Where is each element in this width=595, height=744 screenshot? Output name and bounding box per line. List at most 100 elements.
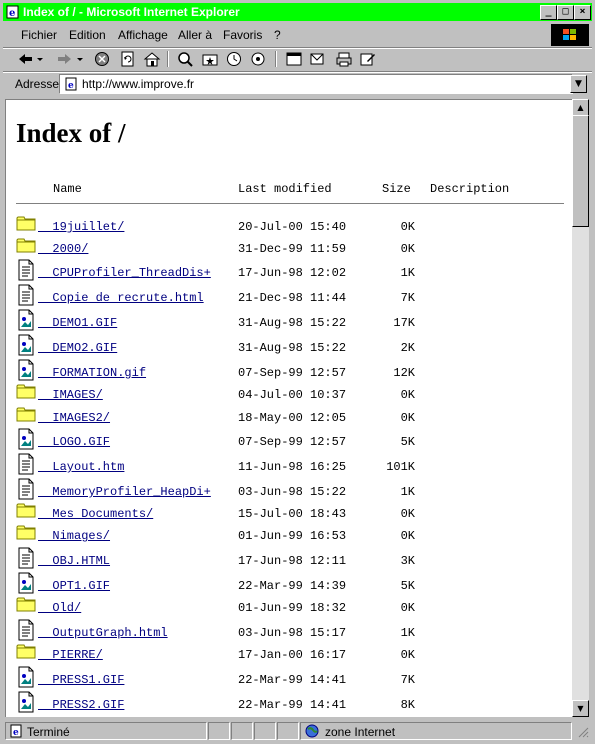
history-icon[interactable]: [225, 51, 243, 67]
image-file-icon[interactable]: [16, 666, 36, 688]
file-link[interactable]: DEMO1.GIF: [38, 316, 117, 330]
folder-icon[interactable]: [16, 235, 36, 257]
minimize-button[interactable]: _: [540, 5, 557, 20]
folder-icon[interactable]: [16, 213, 36, 235]
file-link[interactable]: IMAGES/: [38, 388, 102, 402]
refresh-icon[interactable]: [119, 51, 137, 67]
column-name-header[interactable]: Name: [53, 182, 82, 196]
scroll-down-button[interactable]: ▼: [572, 700, 589, 717]
file-link[interactable]: OPT1.GIF: [38, 579, 110, 593]
favorites-icon[interactable]: [201, 51, 219, 67]
channels-icon[interactable]: [249, 51, 267, 67]
file-link[interactable]: DEMO2.GIF: [38, 341, 117, 355]
close-button[interactable]: ×: [574, 5, 591, 20]
file-row: PRESS2.GIF 22-Mar-99 14:41 8K: [6, 691, 573, 713]
file-size: 1K: [400, 266, 415, 280]
column-size-header[interactable]: Size: [382, 182, 411, 196]
status-panel: [254, 722, 276, 740]
file-modified: 18-May-00 12:05: [238, 411, 347, 425]
status-zone-text: zone Internet: [325, 725, 396, 739]
file-link[interactable]: Nimages/: [38, 529, 110, 543]
text-file-icon[interactable]: [16, 259, 36, 281]
file-modified: 17-Jan-00 16:17: [238, 648, 347, 662]
file-size: 0K: [400, 388, 415, 402]
file-link[interactable]: LOGO.GIF: [38, 435, 110, 449]
title-bar[interactable]: e Index of / - Microsoft Internet Explor…: [3, 3, 592, 21]
resize-grip-icon[interactable]: [577, 726, 589, 738]
file-link[interactable]: FORMATION.gif: [38, 366, 146, 380]
mail-icon[interactable]: [309, 51, 327, 67]
header-rule: [16, 203, 564, 204]
browser-window: e Index of / - Microsoft Internet Explor…: [0, 0, 595, 744]
menu-affichage[interactable]: Affichage: [118, 28, 168, 42]
maximize-button[interactable]: □: [557, 5, 574, 20]
file-link[interactable]: 2000/: [38, 242, 88, 256]
file-row: CPUProfiler_ThreadDis+ 17-Jun-98 12:02 1K: [6, 259, 573, 281]
globe-icon: [305, 724, 319, 738]
text-file-icon[interactable]: [16, 619, 36, 641]
column-modified-header[interactable]: Last modified: [238, 182, 332, 196]
image-file-icon[interactable]: [16, 334, 36, 356]
file-link[interactable]: Copie de recrute.html: [38, 291, 203, 305]
file-row: LOGO.GIF 07-Sep-99 12:57 5K: [6, 428, 573, 450]
folder-icon[interactable]: [16, 641, 36, 663]
menu-aller-a[interactable]: Aller à: [178, 28, 212, 42]
file-link[interactable]: OBJ.HTML: [38, 554, 110, 568]
file-link[interactable]: Old/: [38, 601, 81, 615]
scroll-up-button[interactable]: ▲: [572, 99, 589, 116]
file-row: 2000/31-Dec-99 11:59 0K: [6, 235, 573, 257]
text-file-icon[interactable]: [16, 478, 36, 500]
menu-edition[interactable]: Edition: [69, 28, 106, 42]
folder-icon[interactable]: [16, 381, 36, 403]
file-size: 0K: [400, 529, 415, 543]
file-link[interactable]: PIERRE/: [38, 648, 102, 662]
menu-fichier[interactable]: Fichier: [21, 28, 57, 42]
image-file-icon[interactable]: [16, 428, 36, 450]
file-link[interactable]: Layout.htm: [38, 460, 124, 474]
file-size: 0K: [400, 411, 415, 425]
ie-page-icon: e: [6, 5, 19, 19]
folder-icon[interactable]: [16, 522, 36, 544]
folder-icon[interactable]: [16, 404, 36, 426]
edit-icon[interactable]: [359, 51, 377, 67]
menu-favoris[interactable]: Favoris: [223, 28, 262, 42]
file-link[interactable]: OutputGraph.html: [38, 626, 167, 640]
menu-help[interactable]: ?: [274, 28, 281, 42]
file-link[interactable]: 19juillet/: [38, 220, 124, 234]
windows-flag-icon: [563, 29, 576, 40]
column-description-header[interactable]: Description: [430, 182, 509, 196]
image-file-icon[interactable]: [16, 359, 36, 381]
back-dropdown-icon[interactable]: [35, 51, 45, 67]
image-file-icon[interactable]: [16, 309, 36, 331]
file-link[interactable]: IMAGES2/: [38, 411, 110, 425]
text-file-icon[interactable]: [16, 547, 36, 569]
toolbar-separator: [167, 51, 169, 67]
file-link[interactable]: Mes Documents/: [38, 507, 153, 521]
search-icon[interactable]: [177, 51, 195, 67]
folder-icon[interactable]: [16, 594, 36, 616]
fullscreen-icon[interactable]: [285, 51, 303, 67]
file-modified: 03-Jun-98 15:17: [238, 626, 347, 640]
folder-icon[interactable]: [16, 500, 36, 522]
file-row: PIERRE/17-Jan-00 16:17 0K: [6, 641, 573, 663]
home-icon[interactable]: [143, 51, 161, 67]
window-title: Index of / - Microsoft Internet Explorer: [23, 5, 240, 19]
forward-dropdown-icon[interactable]: [75, 51, 85, 67]
forward-arrow-icon[interactable]: [55, 51, 73, 67]
stop-icon[interactable]: [93, 51, 111, 67]
image-file-icon[interactable]: [16, 572, 36, 594]
file-link[interactable]: PRESS2.GIF: [38, 698, 124, 712]
text-file-icon[interactable]: [16, 453, 36, 475]
text-file-icon[interactable]: [16, 284, 36, 306]
address-input[interactable]: e http://www.improve.fr: [59, 74, 573, 94]
file-link[interactable]: PRESS1.GIF: [38, 673, 124, 687]
file-modified: 03-Jun-98 15:22: [238, 485, 347, 499]
file-link[interactable]: MemoryProfiler_HeapDi+: [38, 485, 210, 499]
scroll-thumb[interactable]: [572, 115, 589, 227]
file-link[interactable]: CPUProfiler_ThreadDis+: [38, 266, 210, 280]
address-dropdown-button[interactable]: ▼: [570, 75, 587, 93]
image-file-icon[interactable]: [16, 691, 36, 713]
back-arrow-icon[interactable]: [17, 51, 35, 67]
print-icon[interactable]: [335, 51, 353, 67]
vertical-scrollbar[interactable]: ▲ ▼: [572, 99, 589, 717]
